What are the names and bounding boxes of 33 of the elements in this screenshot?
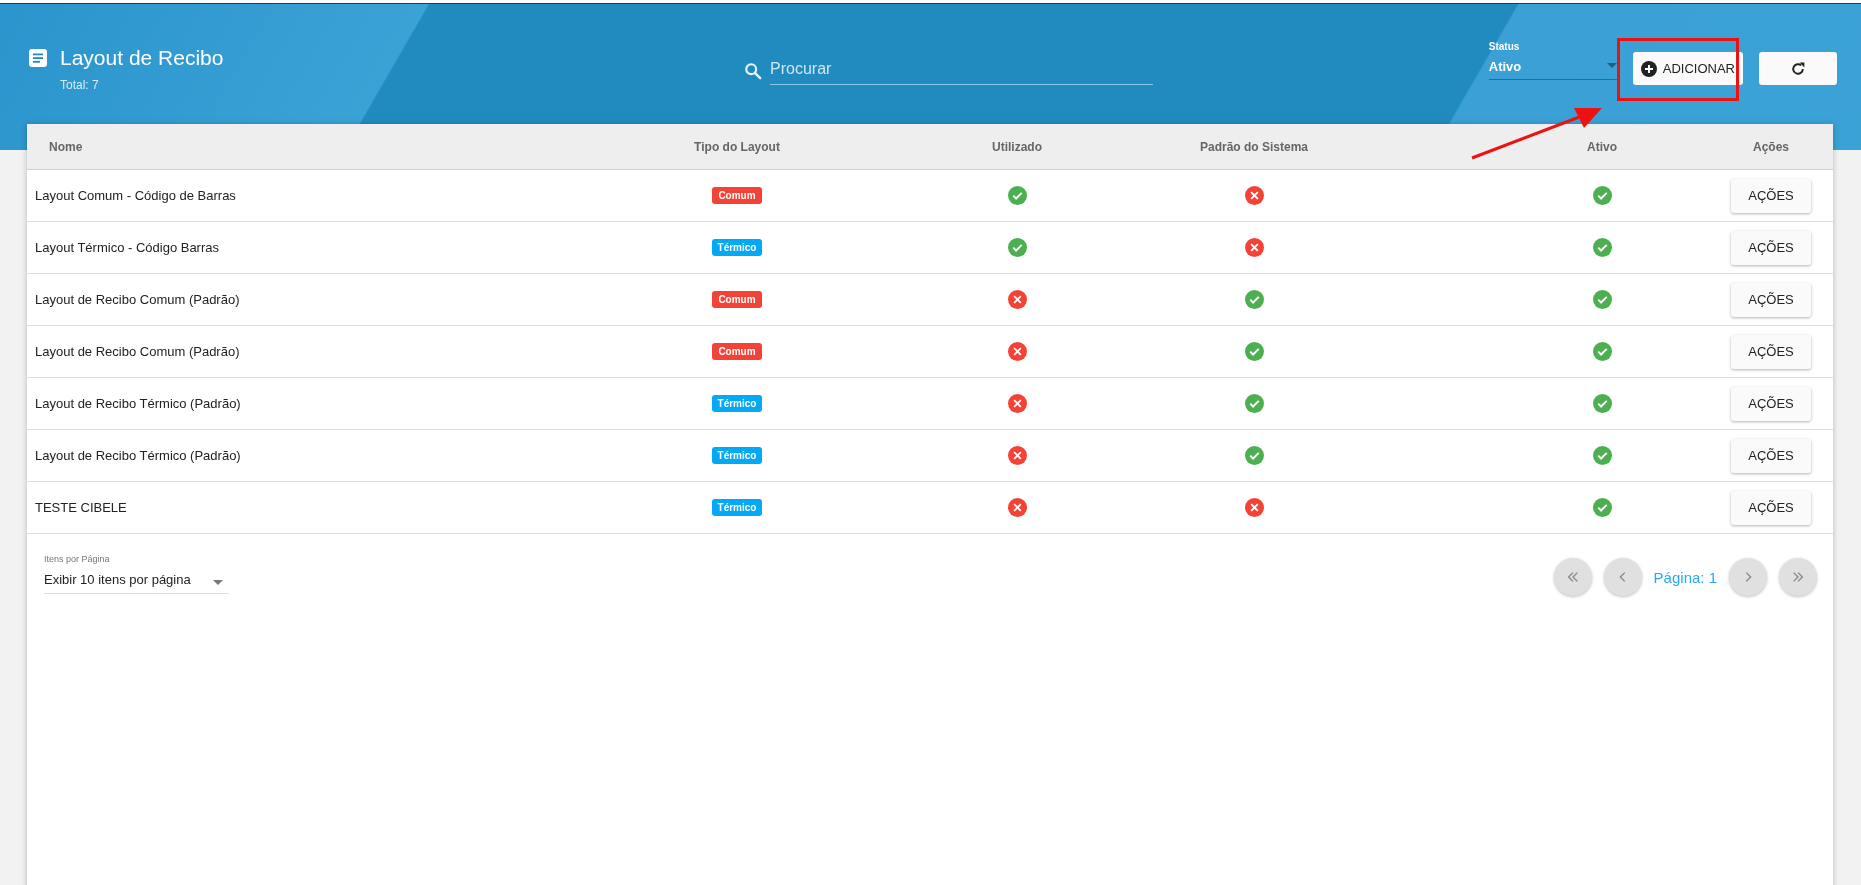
total-count: Total: 7 [60, 78, 100, 92]
actions-button[interactable]: AÇÕES [1731, 282, 1811, 317]
search-field[interactable]: Procurar [770, 56, 1153, 85]
actions-button[interactable]: AÇÕES [1731, 386, 1811, 421]
actions-button[interactable]: AÇÕES [1731, 230, 1811, 265]
actions-button[interactable]: AÇÕES [1731, 490, 1811, 525]
type-tag: Térmico [711, 447, 763, 464]
add-button[interactable]: ADICIONAR [1632, 52, 1743, 85]
type-tag: Térmico [711, 499, 763, 516]
table-cell-text: Layout de Recibo Térmico (Padrão) [34, 448, 242, 463]
per-page-select[interactable]: Itens por Página Exibir 10 itens por página [44, 554, 229, 594]
column-header: Ações [1752, 139, 1790, 154]
table-cell-text: Layout Térmico - Código Barras [34, 240, 220, 255]
table-cell-text: TESTE CIBELE [34, 500, 128, 515]
column-header: Utilizado [991, 139, 1043, 154]
type-tag: Comum [712, 187, 762, 204]
page-indicator: Página: 1 [1653, 568, 1717, 586]
type-tag: Comum [712, 343, 762, 360]
actions-button[interactable]: AÇÕES [1731, 438, 1811, 473]
column-header: Ativo [1586, 139, 1618, 154]
table-cell-text: Layout de Recibo Comum (Padrão) [34, 344, 241, 359]
table-cell-text: Layout de Recibo Térmico (Padrão) [34, 396, 242, 411]
actions-button[interactable]: AÇÕES [1731, 334, 1811, 369]
table-cell-text: Layout de Recibo Comum (Padrão) [34, 292, 241, 307]
column-header: Tipo do Layout [693, 139, 781, 154]
table-cell-text: Layout Comum - Código de Barras [34, 188, 237, 203]
page-title: Layout de Recibo [60, 46, 224, 70]
type-tag: Térmico [711, 395, 763, 412]
column-header: Padrão do Sistema [1198, 139, 1309, 154]
type-tag: Comum [712, 291, 762, 308]
type-tag: Térmico [711, 239, 763, 256]
column-header: Nome [48, 139, 84, 154]
actions-button[interactable]: AÇÕES [1731, 178, 1811, 213]
